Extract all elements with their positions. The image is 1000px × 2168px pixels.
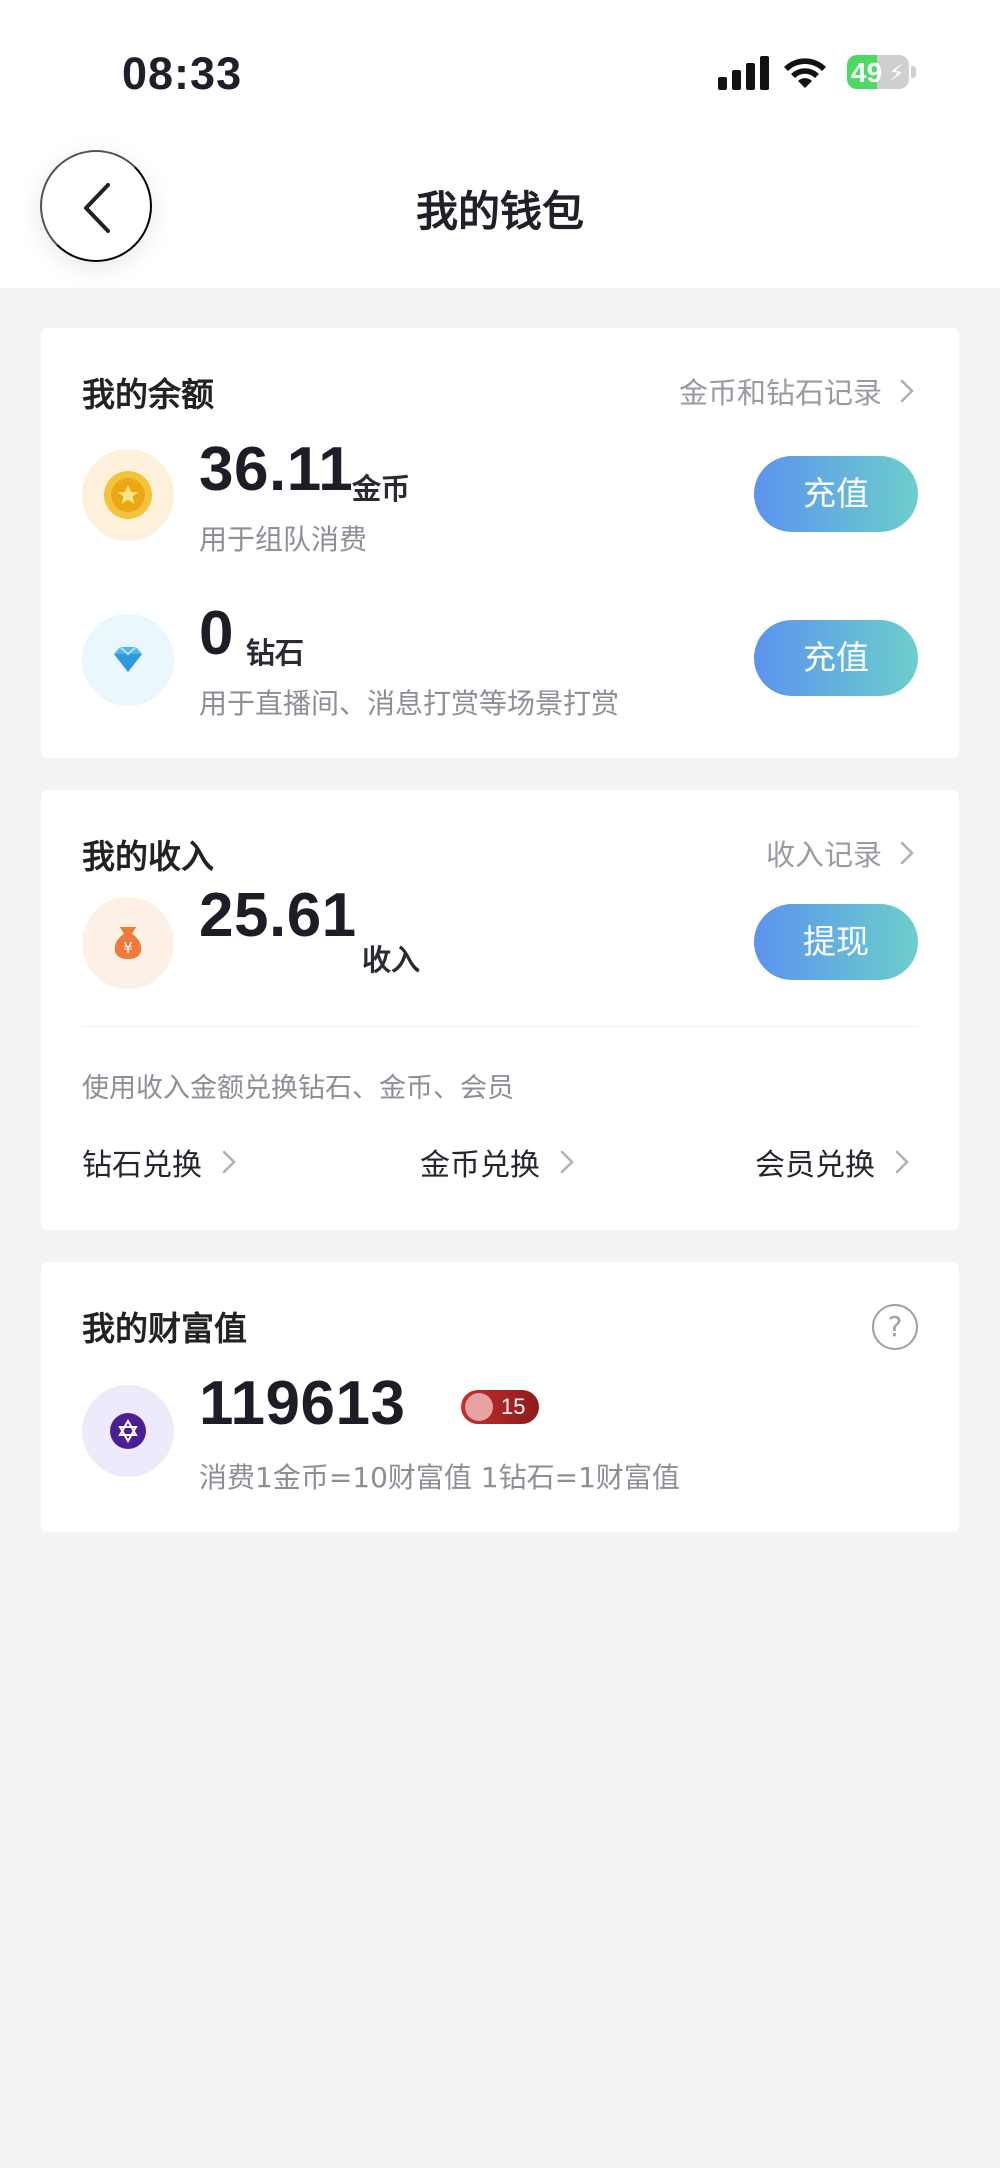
diamond-exchange-label: 钻石兑换: [82, 1148, 202, 1183]
coin-desc: 用于组队消费: [199, 523, 368, 556]
vip-exchange-label: 会员兑换: [755, 1148, 875, 1183]
wealth-card: 我的财富值 ? 119613 15 消费1金币=10财富值 1钻石=1财富值: [41, 1262, 959, 1532]
balance-card: 我的余额 金币和钻石记录 36.11 金币 用于组队消费 充值 0 钻石 用于直…: [41, 328, 959, 758]
chevron-right-icon: [895, 1150, 909, 1174]
help-icon[interactable]: ?: [872, 1304, 918, 1350]
wealth-level-badge: 15: [461, 1390, 539, 1424]
wealth-desc: 消费1金币=10财富值 1钻石=1财富值: [199, 1461, 680, 1494]
status-time: 08:33: [122, 48, 243, 99]
chevron-right-icon: [900, 841, 914, 865]
money-bag-icon: ¥: [82, 897, 174, 989]
income-unit: 收入: [362, 943, 421, 977]
wealth-title: 我的财富值: [82, 1309, 247, 1348]
battery-cap: [911, 66, 916, 78]
income-records-link[interactable]: 收入记录: [766, 832, 914, 874]
diamond-amount: 0: [199, 599, 234, 668]
coin-exchange-label: 金币兑换: [420, 1148, 540, 1183]
chevron-right-icon: [560, 1150, 574, 1174]
wealth-value: 119613: [199, 1369, 406, 1438]
nav-bar: 我的钱包: [0, 150, 1000, 288]
recharge-diamonds-button[interactable]: 充值: [754, 620, 918, 696]
status-bar: 08:33 49 ⚡: [0, 0, 1000, 150]
withdraw-button[interactable]: 提现: [754, 904, 918, 980]
star-of-david-icon: [82, 1385, 174, 1477]
income-card: 我的收入 收入记录 ¥ 25.61 收入 提现 使用收入金额兑换钻石、金币、会员…: [41, 790, 959, 1230]
signal-icon: [718, 56, 770, 90]
diamond-desc: 用于直播间、消息打赏等场景打赏: [199, 687, 620, 720]
income-records-label: 收入记录: [765, 838, 882, 872]
wifi-icon: [784, 58, 826, 88]
page-title: 我的钱包: [415, 187, 584, 236]
coin-diamond-records-label: 金币和钻石记录: [678, 376, 882, 410]
svg-text:¥: ¥: [123, 939, 133, 957]
charging-bolt-icon: ⚡: [888, 59, 905, 87]
recharge-coins-button[interactable]: 充值: [754, 456, 918, 532]
diamond-icon: [82, 614, 174, 706]
chevron-right-icon: [222, 1150, 236, 1174]
vip-exchange-button[interactable]: 会员兑换: [755, 1140, 909, 1184]
income-divider: [82, 1026, 918, 1027]
diamond-unit: 钻石: [246, 636, 305, 670]
coin-exchange-button[interactable]: 金币兑换: [420, 1140, 574, 1184]
battery-percent: 49: [851, 57, 883, 88]
coin-amount: 36.11: [199, 435, 354, 504]
heart-icon: [465, 1393, 493, 1421]
battery-icon: 49 ⚡: [847, 55, 909, 89]
income-amount: 25.61: [199, 881, 357, 950]
coin-icon: [82, 449, 174, 541]
exchange-hint: 使用收入金额兑换钻石、金币、会员: [82, 1073, 514, 1104]
balance-title: 我的余额: [82, 375, 214, 414]
diamond-exchange-button[interactable]: 钻石兑换: [82, 1140, 236, 1184]
chevron-right-icon: [900, 379, 914, 403]
wealth-level: 15: [501, 1394, 526, 1419]
coin-diamond-records-link[interactable]: 金币和钻石记录: [679, 370, 914, 412]
coin-unit: 金币: [352, 472, 411, 506]
income-title: 我的收入: [82, 837, 214, 876]
